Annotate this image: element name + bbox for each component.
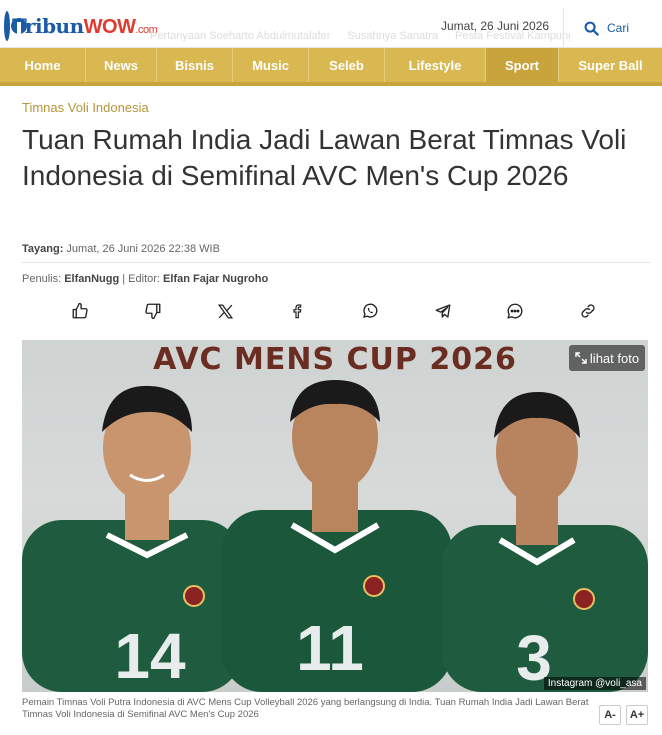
comment-icon <box>507 303 523 319</box>
editor-name[interactable]: Elfan Fajar Nugroho <box>163 273 268 285</box>
facebook-icon <box>293 304 302 319</box>
editor-label: | Editor: <box>122 273 160 285</box>
photo-caption: Pemain Timnas Voli Putra Indonesia di AV… <box>22 697 589 720</box>
share-whatsapp-button[interactable] <box>334 297 406 325</box>
view-photo-button[interactable]: lihat foto <box>569 345 645 371</box>
like-button[interactable] <box>44 297 116 325</box>
ticker-item[interactable]: Susahnya Sanatra <box>347 30 438 42</box>
thumbs-up-icon <box>72 302 88 319</box>
view-photo-label: lihat foto <box>589 350 640 366</box>
link-icon <box>581 304 595 318</box>
tayang-label: Tayang: <box>22 243 64 255</box>
whatsapp-icon <box>363 303 378 318</box>
comment-button[interactable] <box>479 297 551 325</box>
tayang-value: Jumat, 26 Juni 2026 22:38 WIB <box>66 243 220 255</box>
jersey-number: 11 <box>296 612 364 684</box>
nav-news[interactable]: News <box>86 48 157 82</box>
divider <box>22 262 650 263</box>
author-line: Penulis: ElfanNugg | Editor: Elfan Fajar… <box>22 273 268 285</box>
telegram-icon <box>435 304 451 318</box>
nav-super-ball[interactable]: Super Ball <box>559 48 662 82</box>
share-bar <box>44 297 624 325</box>
font-increase-button[interactable]: A+ <box>626 705 648 725</box>
share-facebook-button[interactable] <box>262 297 334 325</box>
nav-sport[interactable]: Sport <box>486 48 559 82</box>
search-icon <box>584 21 599 36</box>
nav-seleb[interactable]: Seleb <box>309 48 385 82</box>
expand-icon <box>575 352 587 364</box>
article-title: Tuan Rumah India Jadi Lawan Berat Timnas… <box>22 124 627 191</box>
publish-time: Tayang: Jumat, 26 Juni 2026 22:38 WIB <box>22 243 220 255</box>
article-photo[interactable]: AVC MENS CUP 2026 14 11 3 lihat foto Ins… <box>22 340 648 692</box>
nav-home[interactable]: Home <box>0 48 86 82</box>
nav-music[interactable]: Music <box>233 48 309 82</box>
x-icon <box>217 303 233 319</box>
search-label: Cari <box>607 21 630 35</box>
nav-bisnis[interactable]: Bisnis <box>157 48 233 82</box>
main-nav: Home News Bisnis Music Seleb Lifestyle S… <box>0 48 662 86</box>
header-date: Jumat, 26 Juni 2026 <box>441 19 550 33</box>
dislike-button[interactable] <box>117 297 189 325</box>
share-telegram-button[interactable] <box>407 297 479 325</box>
jersey-number: 14 <box>114 620 186 692</box>
author-name[interactable]: ElfanNugg <box>64 273 119 285</box>
site-logo[interactable]: TribunWOW.com <box>4 8 158 44</box>
penulis-label: Penulis: <box>22 273 62 285</box>
thumbs-down-icon <box>144 303 160 320</box>
font-decrease-button[interactable]: A- <box>599 705 621 725</box>
copy-link-button[interactable] <box>552 297 624 325</box>
logo-wordmark: TribunWOW.com <box>12 13 158 38</box>
logo-mark-icon <box>4 11 27 41</box>
top-header: TribunWOW.com Pertanyaan Soeharto Abdulm… <box>0 0 662 48</box>
players-illustration: 14 11 3 <box>22 380 648 692</box>
search-button[interactable]: Cari <box>563 8 662 48</box>
ticker-item[interactable]: Pertanyaan Soeharto Abdulmutalafer <box>150 30 330 42</box>
article-category[interactable]: Timnas Voli Indonesia <box>22 100 149 115</box>
share-x-button[interactable] <box>189 297 261 325</box>
nav-lifestyle[interactable]: Lifestyle <box>385 48 486 82</box>
photo-credit: Instagram @voli_asa <box>543 677 646 690</box>
